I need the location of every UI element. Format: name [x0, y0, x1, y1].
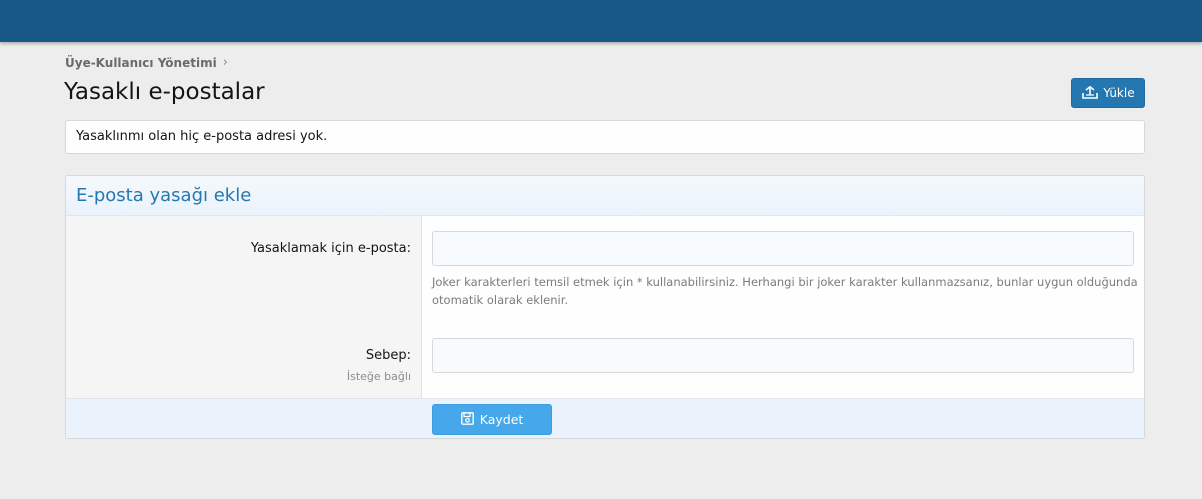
reason-input[interactable] — [432, 338, 1134, 373]
form-footer: Kaydet — [66, 398, 1144, 438]
form-label-column: Yasaklamak için e-posta: Sebep: İsteğe b… — [66, 216, 422, 398]
form-title: E-posta yasağı ekle — [66, 176, 1144, 216]
top-navigation-bar — [0, 0, 1202, 42]
breadcrumb[interactable]: Üye-Kullanıcı Yönetimi › — [65, 55, 228, 70]
breadcrumb-link[interactable]: Üye-Kullanıcı Yönetimi — [65, 56, 217, 70]
upload-icon — [1081, 86, 1099, 100]
save-icon — [460, 411, 474, 428]
email-input[interactable] — [432, 231, 1134, 266]
upload-button[interactable]: Yükle — [1071, 78, 1145, 108]
chevron-right-icon: › — [222, 55, 228, 70]
save-button-label: Kaydet — [479, 412, 524, 427]
upload-button-label: Yükle — [1103, 86, 1135, 100]
email-explain-text: Joker karakterleri temsil etmek için * k… — [432, 275, 1138, 307]
reason-label: Sebep: — [365, 348, 411, 363]
page-title: Yasaklı e-postalar — [64, 79, 265, 105]
add-email-ban-form: E-posta yasağı ekle Yasaklamak için e-po… — [65, 175, 1145, 439]
email-label: Yasaklamak için e-posta: — [250, 241, 411, 256]
empty-notice: Yasaklınmı olan hiç e-posta adresi yok. — [65, 120, 1145, 154]
save-button[interactable]: Kaydet — [432, 404, 552, 435]
reason-optional-hint: İsteğe bağlı — [346, 370, 411, 383]
